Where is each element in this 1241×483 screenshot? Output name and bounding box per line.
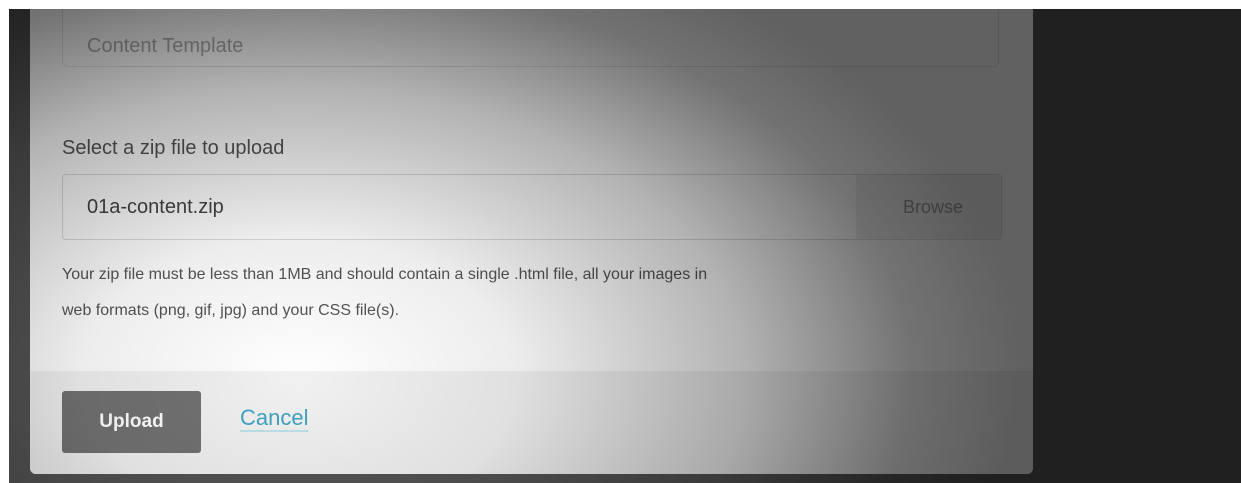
upload-label: Select a zip file to upload bbox=[62, 137, 285, 159]
cancel-link[interactable]: Cancel bbox=[240, 405, 308, 431]
help-text-line: web formats (png, gif, jpg) and your CSS… bbox=[62, 302, 400, 319]
template-name-field[interactable] bbox=[62, 9, 999, 67]
modal-backdrop: Select a zip file to upload 01a-content.… bbox=[9, 9, 1241, 483]
dialog-body: Select a zip file to upload 01a-content.… bbox=[30, 9, 1033, 371]
help-text-line: Your zip file must be less than 1MB and … bbox=[62, 266, 708, 283]
dialog-footer: Upload Cancel bbox=[30, 371, 1033, 474]
upload-button[interactable]: Upload bbox=[62, 391, 201, 453]
selected-file-name[interactable]: 01a-content.zip bbox=[63, 175, 856, 239]
browse-button[interactable]: Browse bbox=[856, 175, 1001, 239]
file-picker[interactable]: 01a-content.zip Browse bbox=[62, 174, 1002, 240]
upload-help-text: Your zip file must be less than 1MB and … bbox=[62, 257, 1002, 329]
upload-dialog: Select a zip file to upload 01a-content.… bbox=[30, 9, 1033, 474]
template-name-input[interactable] bbox=[63, 28, 998, 64]
